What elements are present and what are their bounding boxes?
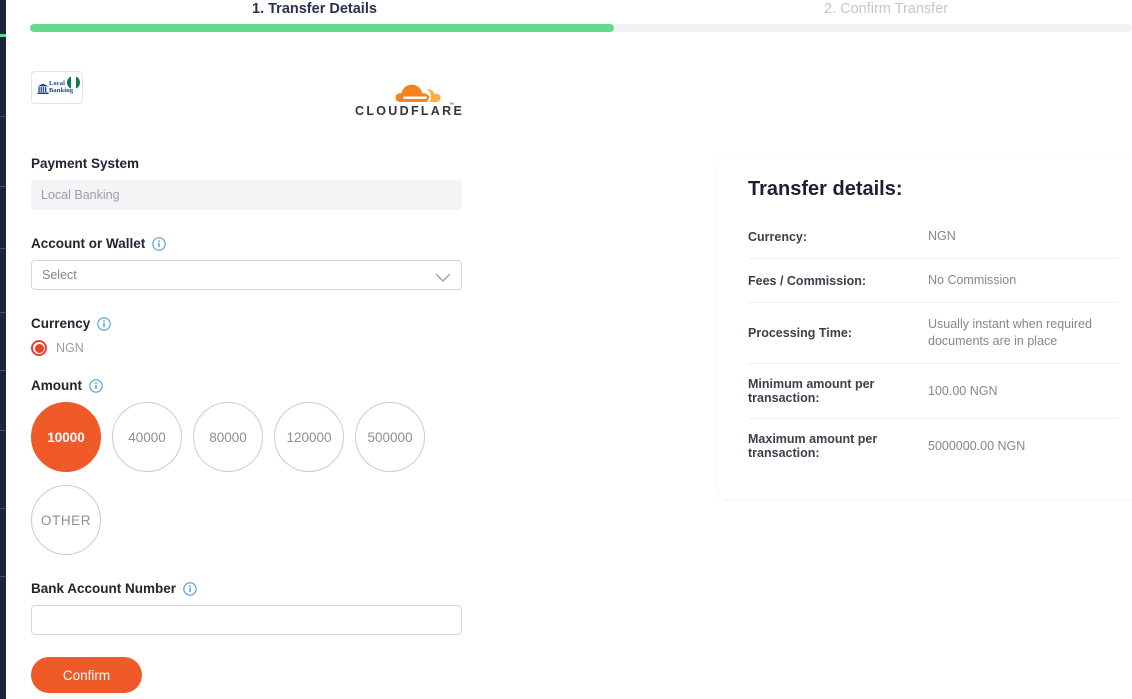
amount-option-120000[interactable]: 120000 [274,402,344,472]
info-icon[interactable] [89,378,103,393]
detail-value: Usually instant when required documents … [928,317,1092,348]
transfer-form: Payment System Local Banking Account or … [31,156,462,693]
info-icon[interactable] [97,316,112,331]
bank-account-number-input[interactable] [31,605,462,635]
amount-option-80000[interactable]: 80000 [193,402,263,472]
bank-building-icon [37,82,49,100]
progress-track [30,24,1132,32]
account-or-wallet-label: Account or Wallet [31,236,462,251]
table-row: Maximum amount per transaction: 5000000.0… [748,418,1118,474]
detail-key: Processing Time: [748,326,852,340]
amount-option-10000[interactable]: 10000 [31,402,101,472]
info-icon[interactable] [152,236,167,251]
rail-divider [0,312,6,313]
detail-value: NGN [928,229,956,243]
transfer-details-card: Transfer details: Currency: NGN Fees / Com… [718,154,1132,499]
account-or-wallet-select[interactable]: Select [31,260,462,290]
rail-divider [0,508,6,509]
confirm-button[interactable]: Confirm [31,657,142,693]
currency-radio-ngn[interactable]: NGN [31,340,462,356]
rail-divider [0,186,6,187]
rail-divider [0,430,6,431]
table-row: Processing Time: Usually instant when req… [748,302,1118,364]
detail-value: No Commission [928,273,1017,287]
transfer-details-title: Transfer details: [748,178,903,200]
page-root: 1. Transfer Details 2. Confirm Transfer … [0,0,1132,699]
rail-divider [0,116,6,117]
payment-system-label-text: Payment System [31,156,140,171]
cloudflare-logo: CLOUDFLARE ™ [355,82,462,118]
rail-divider [0,576,6,577]
amount-option-other[interactable]: OTHER [31,485,101,555]
detail-key: Maximum amount per transaction: [748,432,878,460]
radio-selected-icon [31,340,47,356]
detail-value: 5000000.00 NGN [928,438,1026,453]
progress-fill [30,24,615,32]
info-icon[interactable] [183,581,197,596]
cloudflare-wordmark: CLOUDFLARE [355,104,465,118]
currency-label-text: Currency [31,316,91,331]
currency-radio-label: NGN [56,341,84,355]
left-nav-rail [0,0,6,699]
chevron-down-icon [435,270,451,282]
amount-option-40000[interactable]: 40000 [112,402,182,472]
account-or-wallet-label-text: Account or Wallet [31,236,146,251]
step-1-label[interactable]: 1. Transfer Details [252,1,377,17]
trademark-symbol: ™ [449,102,454,108]
amount-option-500000[interactable]: 500000 [355,402,425,472]
transfer-details-table: Currency: NGN Fees / Commission: No Commiss… [748,215,1118,473]
progress-stepper: 1. Transfer Details 2. Confirm Transfer [6,0,1132,38]
table-row: Minimum amount per transaction: 100.00 NG… [748,363,1118,419]
payment-system-input: Local Banking [31,180,462,210]
amount-label: Amount [31,378,462,393]
amount-option-group: 10000 40000 80000 120000 500000 OTHER [31,402,471,555]
cloud-icon [395,84,441,102]
local-banking-logo: Local Banking [31,71,83,104]
bank-account-number-label: Bank Account Number [31,581,462,596]
detail-value: 100.00 NGN [928,383,998,398]
account-or-wallet-value: Select [42,268,77,282]
table-row: Fees / Commission: No Commission [748,258,1118,303]
rail-divider [0,370,6,371]
nigeria-flag-icon [67,75,80,89]
detail-key: Fees / Commission: [748,273,867,288]
rail-divider [0,248,6,249]
payment-system-label: Payment System [31,156,462,171]
table-row: Currency: NGN [748,215,1118,259]
currency-label: Currency [31,316,462,331]
amount-label-text: Amount [31,378,82,393]
bank-account-number-label-text: Bank Account Number [31,581,177,596]
step-2-label[interactable]: 2. Confirm Transfer [824,1,948,17]
detail-key: Currency: [748,229,808,244]
detail-key: Minimum amount per transaction: [748,377,875,405]
